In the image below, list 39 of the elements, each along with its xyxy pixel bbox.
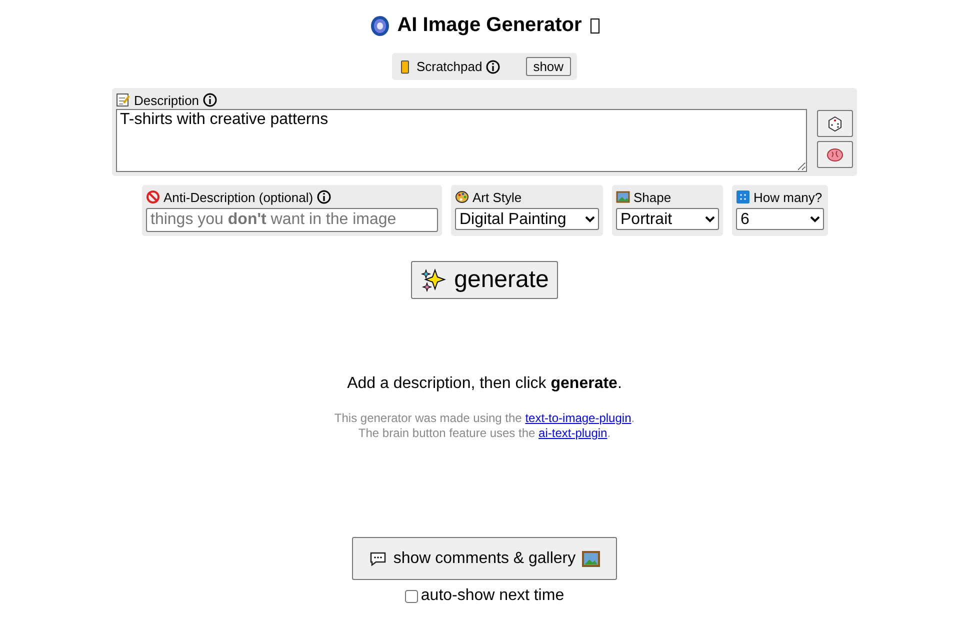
speech-bubble-icon: [369, 550, 388, 568]
brain-button[interactable]: [817, 141, 853, 168]
memo-icon: [116, 93, 130, 107]
plugin-link[interactable]: text-to-image-plugin: [525, 411, 632, 425]
palette-icon: [454, 190, 468, 204]
shape-select[interactable]: Portrait: [616, 208, 718, 230]
show-button[interactable]: show: [526, 57, 571, 76]
dice-icon: [826, 114, 844, 132]
sparkles-icon: [420, 267, 446, 293]
info-icon: [203, 93, 218, 107]
prohibited-icon: [146, 190, 160, 204]
generate-button[interactable]: generate: [411, 261, 558, 299]
info-icon: [317, 190, 332, 204]
shape-label: Shape: [634, 190, 672, 204]
page-title: AI Image Generator: [397, 14, 582, 37]
framed-picture-icon: [616, 190, 630, 204]
number-grid-icon: [736, 190, 750, 204]
plugin-link[interactable]: ai-text-plugin: [538, 426, 608, 440]
galaxy-icon: [369, 14, 392, 36]
anti-description-field[interactable]: things you don't want in the image: [146, 208, 438, 232]
description-field[interactable]: T-shirts with creative patterns: [116, 109, 807, 172]
show-comments-button[interactable]: show comments & gallery: [352, 537, 617, 580]
credit-text: The brain button feature uses the ai-text-plugin.: [358, 426, 611, 441]
anti-description-label: Anti-Description (optional): [164, 190, 314, 204]
how-many-label: How many?: [754, 190, 822, 204]
auto-show-label: auto-show next time: [420, 587, 564, 605]
random-button[interactable]: [817, 110, 853, 137]
scratchpad-label: Scratchpad: [416, 59, 482, 74]
instruction-text: Add a description, then click generate.: [347, 375, 622, 393]
description-label: Description: [134, 92, 200, 108]
how-many-select[interactable]: 6: [736, 208, 824, 230]
framed-picture-icon: [582, 550, 600, 568]
brain-icon: [826, 146, 844, 164]
info-icon: [486, 60, 500, 74]
art-style-label: Art Style: [472, 190, 522, 204]
auto-show-checkbox[interactable]: [404, 590, 418, 602]
credit-text: This generator was made using the text-to-image-plugin.: [334, 411, 635, 426]
missing-glyph-icon: [590, 18, 600, 34]
art-style-select[interactable]: Digital Painting: [454, 208, 598, 230]
